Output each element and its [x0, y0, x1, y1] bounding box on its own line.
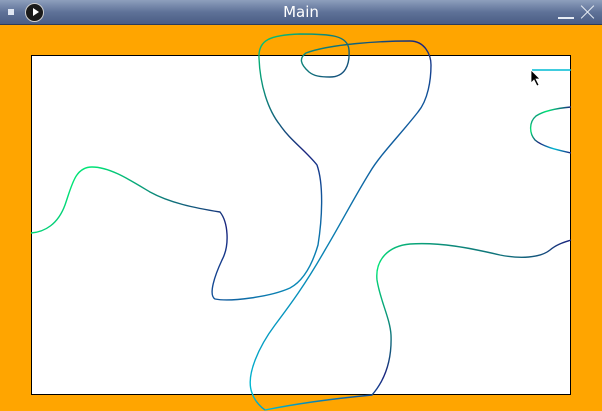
drawing-canvas[interactable] — [31, 55, 571, 395]
title-bar[interactable]: Main — [0, 0, 602, 25]
main-window: Main — [0, 0, 602, 411]
window-title: Main — [283, 3, 319, 21]
close-icon[interactable] — [579, 3, 597, 21]
minimize-icon[interactable] — [558, 17, 574, 19]
